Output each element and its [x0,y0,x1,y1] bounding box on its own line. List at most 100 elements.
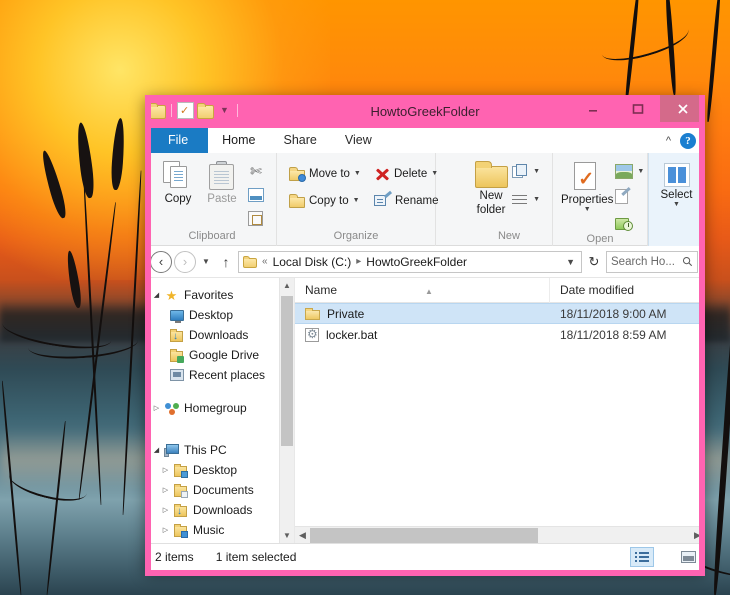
up-button[interactable]: ↑ [216,251,236,273]
column-headers[interactable]: Name ▲ Date modified [295,277,705,303]
title-bar[interactable]: ✓ ▼ HowtoGreekFolder [145,95,705,128]
sidebar-item-label: Music [193,523,225,537]
new-item-button[interactable]: ▼ [508,161,544,182]
details-view-button[interactable] [630,547,654,567]
sidebar-item-pc-documents[interactable]: ▷ Documents [145,480,294,500]
address-bar[interactable]: « Local Disk (C:) ▸ HowtoGreekFolder ▼ [238,250,582,273]
chevron-left-icon[interactable]: ◀ [295,530,310,541]
breadcrumb-overflow[interactable]: « [262,256,268,267]
ribbon-group-organize-2: Delete ▼ Rename [276,153,438,246]
chevron-up-icon[interactable]: ^ [666,135,671,147]
sidebar-item-pc-music[interactable]: ▷ Music [145,520,294,540]
breadcrumb-current-folder[interactable]: HowtoGreekFolder [366,255,467,269]
paste-shortcut-button[interactable] [244,208,268,229]
sidebar-item-downloads[interactable]: ↓ Downloads [145,325,294,345]
sidebar-item-homegroup[interactable]: ▷ Homegroup [145,398,294,418]
ribbon-tab-strip[interactable]: File Home Share View ^ ? [145,128,705,153]
file-name-cell[interactable]: locker.bat [295,327,550,342]
chevron-down-icon[interactable]: ▼ [533,168,540,175]
navigation-tree[interactable]: ◢ ★ Favorites Desktop ↓ Downloads Google… [145,278,294,540]
details-view-icon [634,551,650,563]
column-header-name[interactable]: Name ▲ [295,277,550,303]
chevron-down-icon[interactable]: ▼ [431,170,438,177]
sidebar-item-recent-places[interactable]: Recent places [145,365,294,385]
batch-file-icon [305,327,319,342]
column-header-date-label: Date modified [560,282,635,297]
navigation-pane-scrollbar[interactable]: ▲ ▼ [279,278,294,543]
recent-locations-button[interactable]: ▼ [198,251,214,273]
sidebar-item-label: This PC [184,443,227,457]
cut-button[interactable]: ✄ [244,160,268,181]
folder-desktop-icon [172,464,189,478]
expander-icon[interactable]: ◢ [150,291,163,299]
file-list-horizontal-scrollbar[interactable]: ◀ ▶ [295,526,705,543]
chevron-down-icon[interactable]: ▼ [584,206,591,213]
scrollbar-track[interactable] [310,527,690,544]
expander-icon[interactable]: ▷ [159,506,172,514]
window-controls[interactable] [570,95,705,122]
sidebar-item-pc-desktop[interactable]: ▷ Desktop [145,460,294,480]
open-button[interactable]: ▼ [613,161,646,182]
sidebar-item-pc-downloads[interactable]: ▷ ↓ Downloads [145,500,294,520]
edit-button[interactable] [613,186,646,207]
address-bar-row[interactable]: ‹ › ▼ ↑ « Local Disk (C:) ▸ HowtoGreekFo… [145,246,705,278]
forward-button[interactable]: › [174,250,196,273]
navigation-pane[interactable]: ◢ ★ Favorites Desktop ↓ Downloads Google… [145,278,295,543]
table-row[interactable]: Private 18/11/2018 9:00 AM [295,303,705,324]
tab-share[interactable]: Share [269,128,331,153]
rename-button[interactable]: Rename [370,190,442,211]
scrollbar-thumb[interactable] [310,527,538,543]
ribbon[interactable]: Copy Paste ✄ Clipboard Move to ▼ Copy to… [145,153,705,246]
expander-icon[interactable]: ◢ [150,446,163,454]
sidebar-item-google-drive[interactable]: Google Drive [145,345,294,365]
expander-icon[interactable]: ▷ [159,526,172,534]
expander-icon[interactable]: ▷ [159,486,172,494]
minimize-button[interactable] [570,95,615,122]
back-button[interactable]: ‹ [150,250,172,273]
sidebar-item-desktop[interactable]: Desktop [145,305,294,325]
chevron-down-icon[interactable]: ▼ [673,201,680,208]
delete-button[interactable]: Delete ▼ [370,163,442,184]
file-rows[interactable]: Private 18/11/2018 9:00 AM locker.bat 18… [295,303,705,526]
large-icons-view-button[interactable] [676,547,700,567]
new-folder-button[interactable]: New folder [474,157,508,216]
properties-label: Properties [561,194,614,206]
breadcrumb-separator[interactable]: ▸ [356,256,361,267]
tab-view[interactable]: View [330,128,386,153]
tab-file[interactable]: File [148,128,209,153]
tab-home[interactable]: Home [208,128,270,153]
chevron-up-icon[interactable]: ▲ [280,278,294,293]
file-list[interactable]: Name ▲ Date modified Private 18/11/2018 … [295,277,705,543]
copy-path-button[interactable] [244,184,268,205]
chevron-down-icon[interactable]: ▼ [566,257,577,267]
group-label-select [649,229,704,246]
chevron-down-icon[interactable]: ▼ [637,168,644,175]
table-row[interactable]: locker.bat 18/11/2018 8:59 AM [295,324,705,345]
sidebar-item-this-pc[interactable]: ◢ This PC [145,440,294,460]
search-box[interactable]: Search Ho... [606,250,698,273]
select-button[interactable]: Select ▼ [657,160,696,208]
explorer-content: ◢ ★ Favorites Desktop ↓ Downloads Google… [145,277,705,544]
history-button[interactable] [613,211,646,232]
expander-icon[interactable]: ▷ [150,404,163,412]
column-header-date[interactable]: Date modified [550,278,705,303]
sidebar-item-favorites[interactable]: ◢ ★ Favorites [145,285,294,305]
copy-button[interactable]: Copy [156,158,200,205]
chevron-down-icon[interactable]: ▼ [280,528,294,543]
breadcrumb-local-disk[interactable]: Local Disk (C:) [273,255,352,269]
chevron-down-icon[interactable]: ▼ [533,196,540,203]
easy-access-button[interactable]: ▼ [508,189,544,210]
file-name-cell[interactable]: Private [295,307,550,321]
file-explorer-window[interactable]: ✓ ▼ HowtoGreekFolder File Home Share Vie… [145,95,705,576]
paste-button[interactable]: Paste [200,158,244,205]
sidebar-item-label: Desktop [189,308,234,322]
scrollbar-thumb[interactable] [281,296,293,446]
help-icon[interactable]: ? [680,132,696,149]
expander-icon[interactable]: ▷ [159,466,172,474]
maximize-button[interactable] [615,95,660,122]
properties-button[interactable]: ✓ Properties ▼ [561,159,613,213]
folder-icon [243,255,257,268]
refresh-button[interactable]: ↻ [584,251,604,273]
